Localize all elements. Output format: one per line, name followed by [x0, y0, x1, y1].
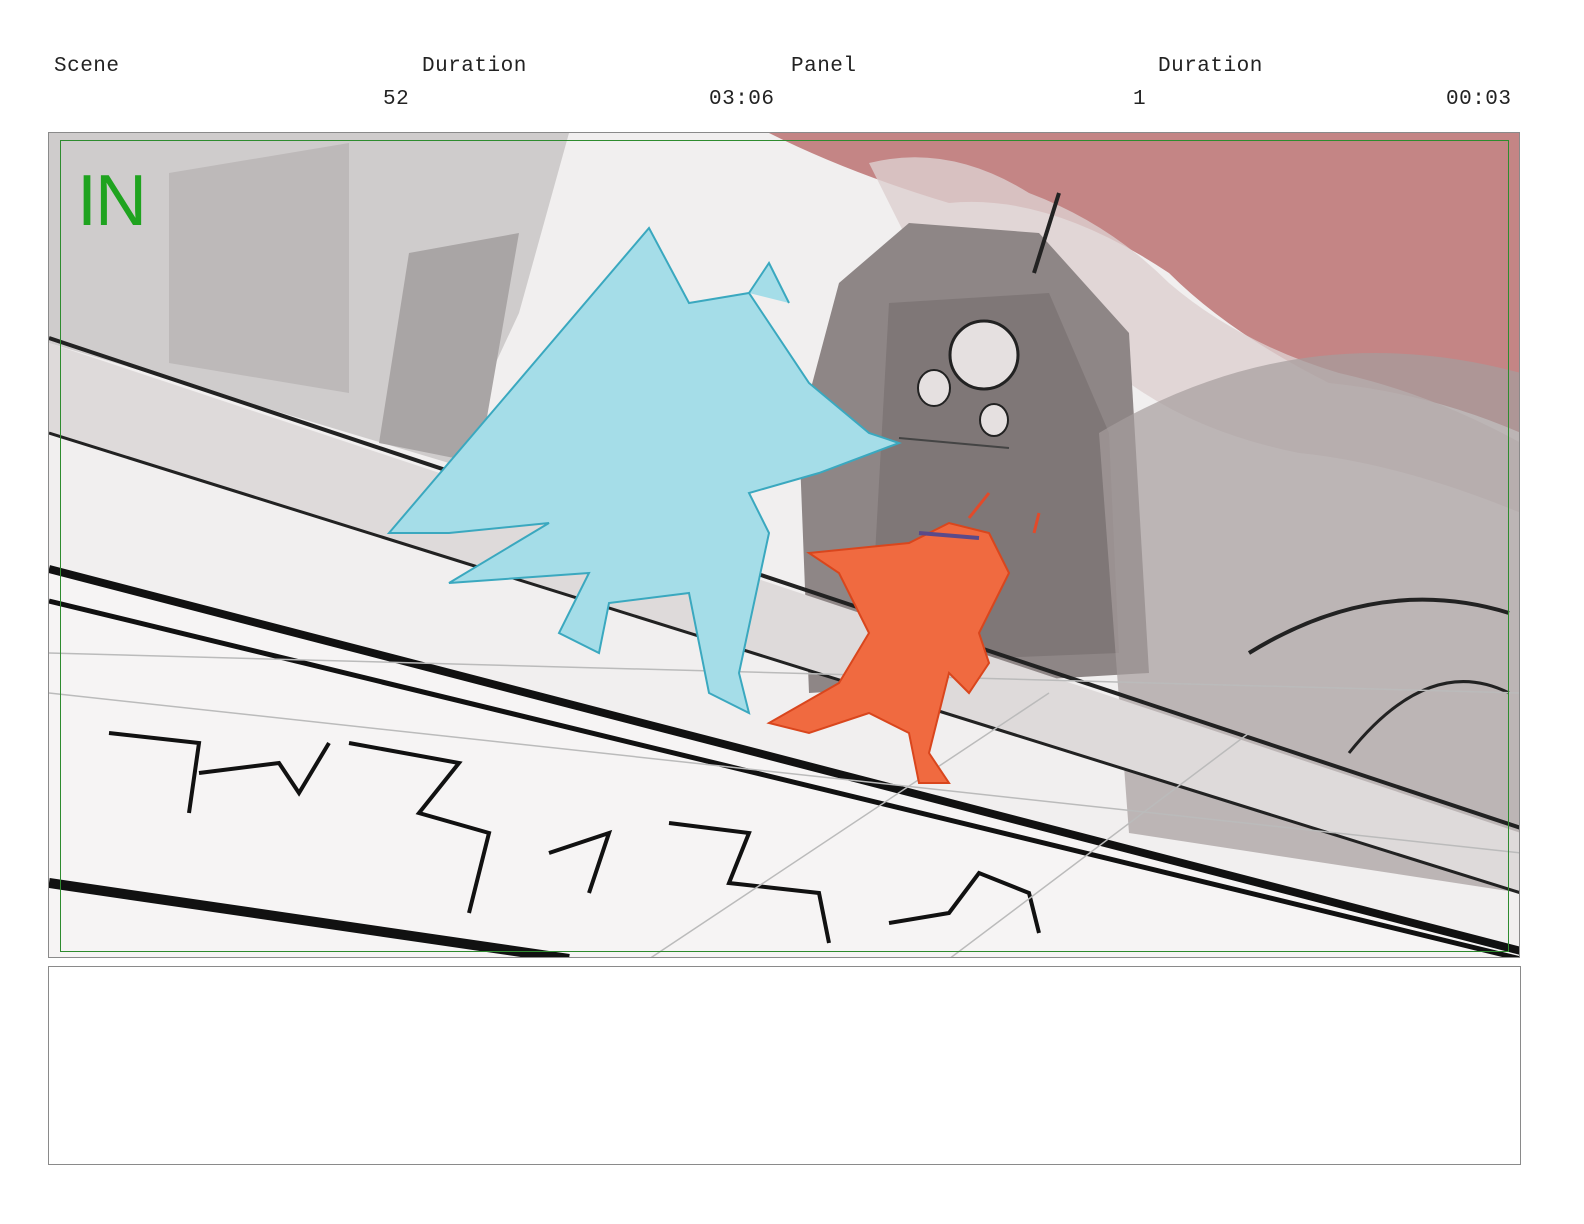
storyboard-panel: IN [48, 132, 1520, 958]
panel-drawing [49, 133, 1519, 957]
notes-box[interactable] [48, 966, 1521, 1165]
panel-label: Panel [791, 55, 857, 78]
panel-duration-label: Duration [1158, 55, 1263, 78]
scene-label: Scene [54, 55, 120, 78]
panel-duration: 00:03 [1446, 88, 1512, 111]
scene-number: 52 [383, 88, 410, 111]
scene-duration-label: Duration [422, 55, 527, 78]
in-transition-mark: IN [77, 161, 147, 241]
panel-number: 1 [1133, 88, 1147, 111]
scene-duration: 03:06 [709, 88, 775, 111]
